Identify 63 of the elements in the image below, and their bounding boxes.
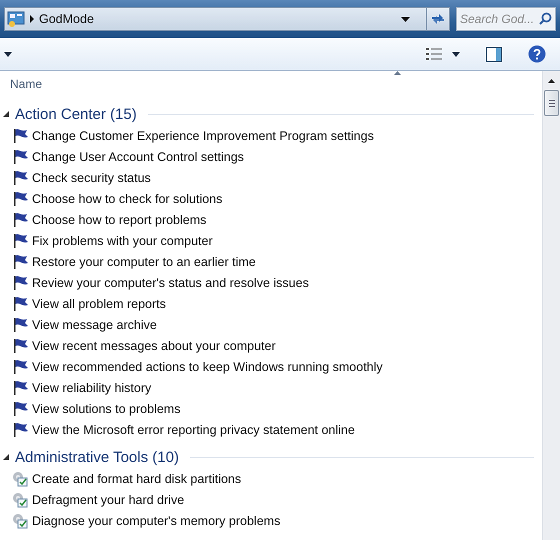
view-options-button[interactable] (426, 47, 460, 61)
control-panel-item[interactable]: Change Customer Experience Improvement Program settings (32, 128, 374, 142)
control-panel-item[interactable]: Diagnose your computer's memory problems (32, 514, 280, 528)
preview-pane-icon (486, 46, 502, 62)
collapse-arrow-icon[interactable] (2, 110, 10, 118)
control-panel-item[interactable]: Create and format hard disk partitions (32, 472, 242, 486)
control-panel-item[interactable]: View reliability history (32, 380, 152, 394)
control-panel-item[interactable]: View the Microsoft error reporting privacy statement online (32, 422, 355, 436)
name-column-header[interactable]: Name (10, 77, 42, 91)
flag-icon (12, 190, 29, 206)
flag-icon (12, 338, 29, 354)
control-panel-icon (7, 11, 25, 27)
control-panel-item[interactable]: View recent messages about your computer (32, 338, 276, 352)
control-panel-item[interactable]: View all problem reports (32, 296, 166, 310)
control-panel-item[interactable]: View message archive (32, 318, 157, 332)
tools-icon (12, 492, 29, 508)
scrollbar-thumb[interactable] (544, 90, 559, 116)
flag-icon (12, 170, 29, 186)
flag-icon (12, 422, 29, 438)
sort-arrow-icon (394, 71, 401, 75)
group-header[interactable]: Action Center (15) (15, 106, 137, 122)
flag-icon (12, 316, 29, 332)
refresh-icon (430, 12, 446, 26)
dropdown-icon[interactable] (401, 16, 410, 22)
flag-icon (12, 400, 29, 416)
grip-icon (548, 100, 554, 106)
flag-icon (12, 296, 29, 312)
chevron-icon (29, 15, 35, 23)
flag-icon (12, 232, 29, 248)
help-icon (528, 45, 546, 63)
address-path: GodMode (39, 12, 94, 26)
control-panel-item[interactable]: Choose how to check for solutions (32, 192, 222, 206)
search-field[interactable]: Search God... (456, 7, 556, 31)
flag-icon (12, 128, 29, 144)
flag-icon (12, 148, 29, 164)
flag-icon (12, 358, 29, 374)
group-header[interactable]: Administrative Tools (10) (15, 448, 179, 466)
caret-icon (4, 52, 12, 56)
help-button[interactable] (528, 45, 546, 63)
control-panel-item[interactable]: Restore your computer to an earlier time (32, 254, 256, 268)
caret-icon (452, 52, 460, 56)
up-arrow-icon (548, 78, 555, 82)
control-panel-item[interactable]: View recommended actions to keep Windows running smoothly (32, 360, 383, 374)
organize-dropdown[interactable] (4, 52, 12, 56)
control-panel-item[interactable]: Fix problems with your computer (32, 234, 213, 248)
flag-icon (12, 212, 29, 228)
flag-icon (12, 380, 29, 396)
control-panel-item[interactable]: View solutions to problems (32, 402, 180, 416)
tools-icon (12, 512, 29, 528)
control-panel-item[interactable]: Review your computer's status and resolve issues (32, 276, 309, 290)
control-panel-item[interactable]: Change User Account Control settings (32, 150, 244, 164)
preview-pane-button[interactable] (486, 46, 502, 62)
control-panel-item[interactable]: Check security status (32, 170, 151, 184)
refresh-button[interactable] (426, 7, 450, 31)
flag-icon (12, 274, 29, 290)
control-panel-item[interactable]: Defragment your hard drive (32, 492, 184, 506)
tools-icon (12, 470, 29, 486)
control-panel-item[interactable]: Choose how to report problems (32, 212, 206, 226)
flag-icon (12, 254, 29, 270)
search-icon (539, 12, 552, 25)
details-view-icon (426, 47, 442, 61)
collapse-arrow-icon[interactable] (2, 453, 10, 461)
address-bar[interactable]: GodMode (4, 7, 427, 31)
